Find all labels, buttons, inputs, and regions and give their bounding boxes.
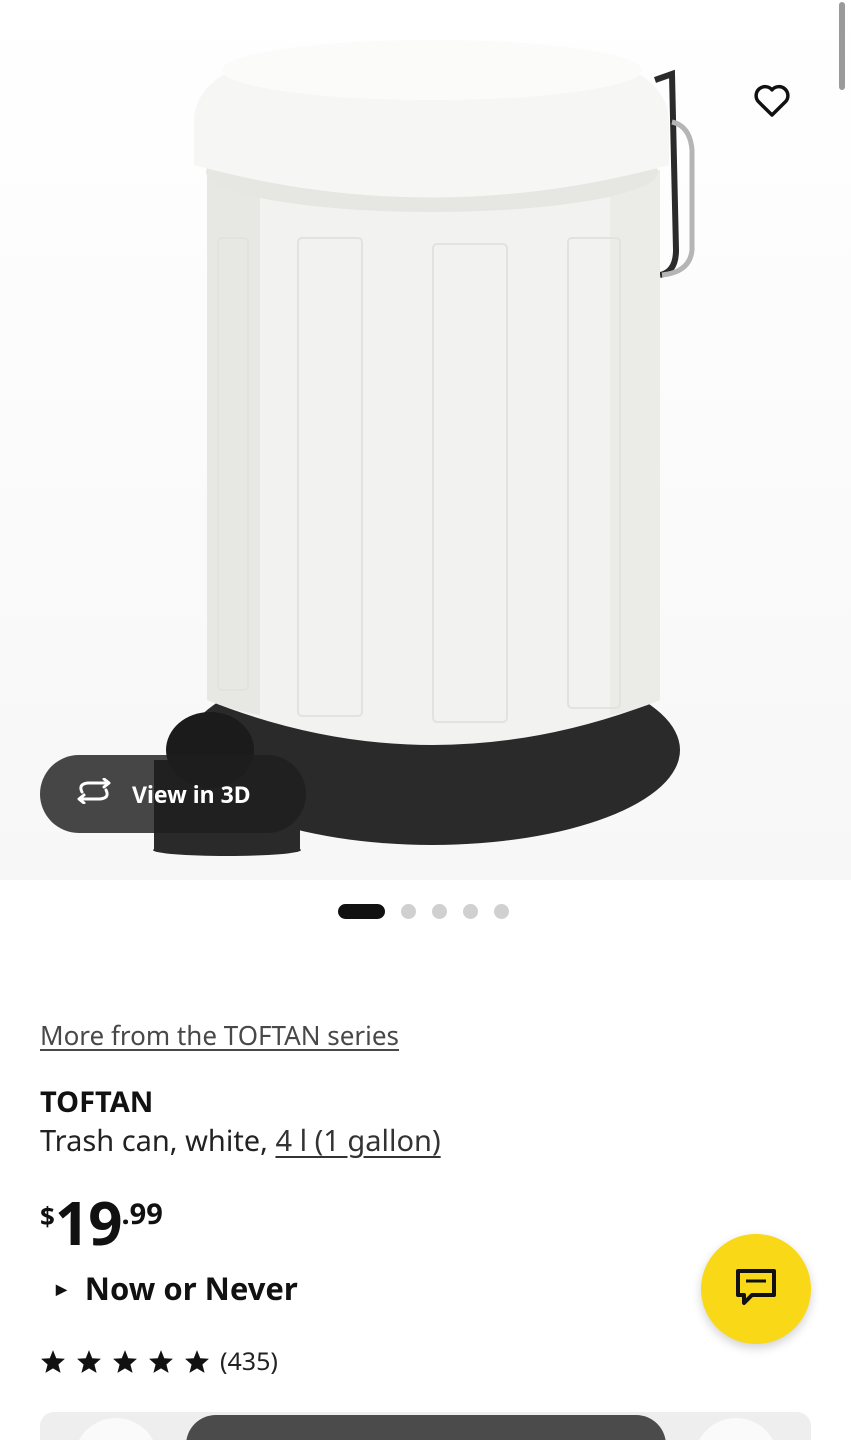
chat-bubble-icon	[734, 1267, 778, 1312]
star-icon	[149, 1349, 173, 1373]
price-info-label: Now or Never	[84, 1268, 298, 1310]
price-integer: 19	[54, 1181, 123, 1263]
pagination-dot[interactable]	[432, 904, 447, 919]
star-icon	[113, 1349, 137, 1373]
product-price: $ 19 .99	[40, 1190, 163, 1254]
quantity-decrease-button[interactable]	[74, 1418, 158, 1440]
product-image-gallery[interactable]: View in 3D	[0, 0, 851, 880]
size-link[interactable]: 4 l (1 gallon)	[275, 1121, 440, 1160]
view-in-3d-label: View in 3D	[132, 778, 251, 810]
star-icon	[185, 1349, 209, 1373]
chat-button[interactable]	[701, 1234, 811, 1344]
rating-stars	[40, 1349, 210, 1374]
quantity-increase-button[interactable]	[694, 1418, 778, 1440]
price-currency: $	[40, 1198, 55, 1234]
product-rating[interactable]: (435)	[40, 1344, 278, 1378]
rotate-icon	[74, 777, 114, 811]
product-description: Trash can, white, 4 l (1 gallon)	[40, 1121, 441, 1160]
product-description-text: Trash can, white,	[40, 1121, 276, 1160]
triangle-right-icon: ▶	[56, 1279, 67, 1299]
product-name: TOFTAN	[40, 1082, 154, 1121]
purchase-bar	[40, 1412, 811, 1440]
review-count: (435)	[220, 1344, 278, 1378]
series-link[interactable]: More from the TOFTAN series	[40, 1017, 399, 1053]
heart-icon	[753, 82, 791, 123]
star-icon	[77, 1349, 101, 1373]
pagination-dot[interactable]	[494, 904, 509, 919]
product-image	[153, 40, 695, 856]
star-icon	[41, 1349, 65, 1373]
gallery-pagination	[338, 904, 509, 919]
page-scrollbar[interactable]	[839, 2, 845, 90]
pagination-dot[interactable]	[338, 904, 385, 919]
favorite-button[interactable]	[746, 76, 798, 128]
pagination-dot[interactable]	[463, 904, 478, 919]
price-decimal: .99	[121, 1194, 163, 1233]
view-in-3d-button[interactable]: View in 3D	[40, 755, 306, 833]
price-info-toggle[interactable]: ▶ Now or Never	[56, 1268, 298, 1310]
add-to-cart-button[interactable]	[186, 1415, 666, 1440]
pagination-dot[interactable]	[401, 904, 416, 919]
